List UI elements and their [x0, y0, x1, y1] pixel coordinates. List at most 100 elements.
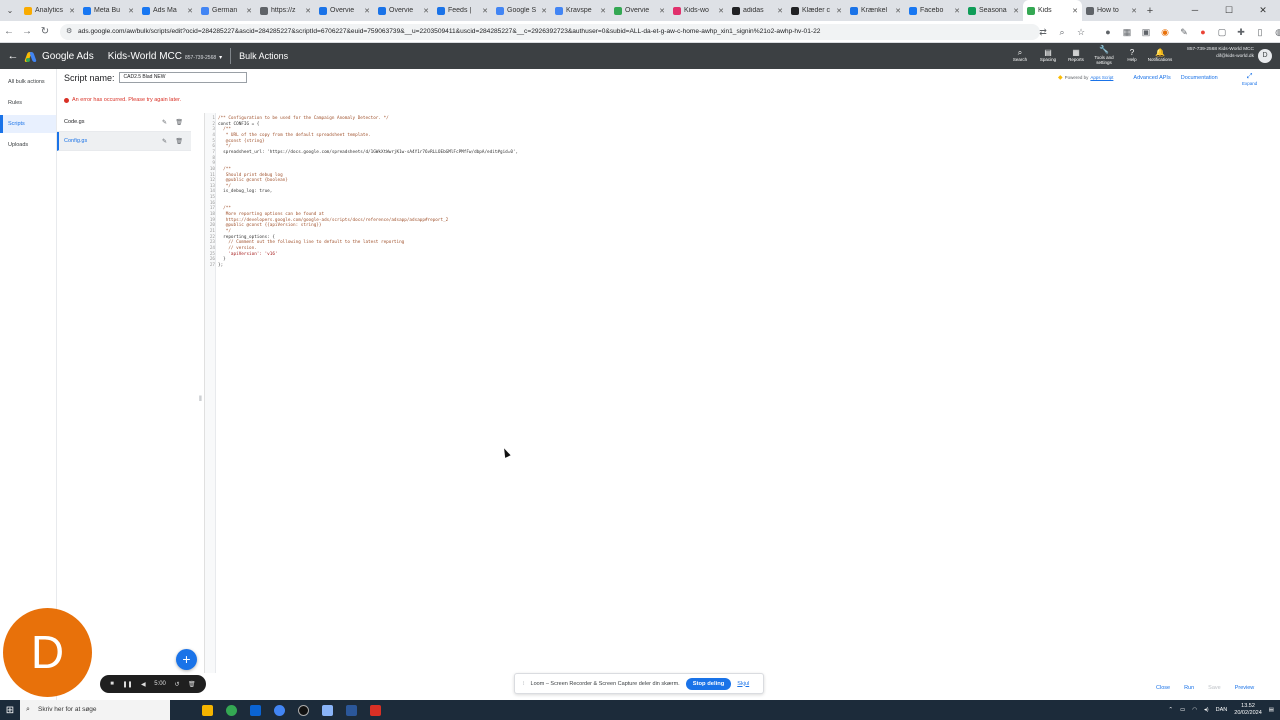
tab-close-icon[interactable]: ✕: [305, 7, 311, 15]
header-tool-search[interactable]: ⌕ Search: [1006, 43, 1034, 69]
extension-screen-icon[interactable]: ▣: [1139, 25, 1153, 39]
new-tab-button[interactable]: +: [1141, 5, 1159, 17]
delete-file-icon[interactable]: 🗑: [175, 119, 183, 126]
tab-close-icon[interactable]: ✕: [364, 7, 370, 15]
run-button[interactable]: Run: [1184, 685, 1194, 691]
tab-search-icon[interactable]: ⌄: [0, 6, 20, 15]
tab-close-icon[interactable]: ✕: [895, 7, 901, 15]
browser-tab[interactable]: Seasona ✕: [964, 0, 1023, 21]
rename-file-icon[interactable]: ✎: [162, 119, 167, 126]
restart-icon[interactable]: ↺: [174, 681, 179, 688]
tab-close-icon[interactable]: ✕: [1013, 7, 1019, 15]
rewind-icon[interactable]: ◀: [141, 681, 146, 688]
save-button[interactable]: Save: [1208, 685, 1221, 691]
tab-close-icon[interactable]: ✕: [1072, 7, 1078, 15]
profile-icon[interactable]: ◍: [1272, 25, 1280, 39]
header-tool-spacing[interactable]: ▤ Spacing: [1034, 43, 1062, 69]
file-item[interactable]: Code.gs ✎ 🗑: [57, 113, 191, 132]
taskbar-clock[interactable]: 13.52 20/02/2024: [1234, 703, 1262, 717]
tab-close-icon[interactable]: ✕: [246, 7, 252, 15]
file-explorer-icon[interactable]: [198, 700, 216, 720]
add-file-button[interactable]: +: [176, 649, 197, 670]
pane-resize-handle[interactable]: ‖: [199, 396, 202, 403]
stop-recording-icon[interactable]: ■: [110, 681, 114, 687]
record-icon[interactable]: ●: [1196, 25, 1210, 39]
browser-tab[interactable]: Klæder c ✕: [787, 0, 846, 21]
hide-button[interactable]: Skjul: [737, 681, 749, 687]
browser-tab[interactable]: adidas ✕: [728, 0, 787, 21]
preview-button[interactable]: Preview: [1235, 685, 1255, 691]
browser-tab[interactable]: Kids ✕: [1023, 0, 1082, 21]
sidebar-item-all-bulk-actions[interactable]: All bulk actions: [0, 73, 56, 91]
tray-overflow-icon[interactable]: ⌃: [1168, 707, 1173, 713]
account-info[interactable]: 857-739-2568 Kids-World MCC dif@kids-wor…: [1176, 47, 1254, 60]
windows-start-icon[interactable]: ⊞: [0, 705, 20, 716]
sidebar-item-scripts[interactable]: Scripts: [0, 115, 56, 133]
sidebar-item-uploads[interactable]: Uploads: [0, 136, 56, 154]
translate-icon[interactable]: ⇄: [1036, 25, 1050, 39]
tab-close-icon[interactable]: ✕: [954, 7, 960, 15]
maximize-button[interactable]: ☐: [1212, 0, 1246, 21]
header-tool-reports[interactable]: ▦ Reports: [1062, 43, 1090, 69]
language-indicator[interactable]: DAN: [1216, 707, 1228, 713]
trash-icon[interactable]: 🗑: [188, 681, 196, 688]
tab-close-icon[interactable]: ✕: [1131, 7, 1137, 15]
network-icon[interactable]: ▭: [1180, 707, 1185, 713]
apps-script-link[interactable]: Apps Script: [1090, 75, 1113, 80]
sidepanel-icon[interactable]: ▯: [1253, 25, 1267, 39]
tab-close-icon[interactable]: ✕: [128, 7, 134, 15]
notification-center-icon[interactable]: ▤: [1269, 707, 1274, 713]
forward-icon[interactable]: →: [18, 26, 36, 37]
browser-tab[interactable]: Facebo ✕: [905, 0, 964, 21]
browser-tab[interactable]: Google S ✕: [492, 0, 551, 21]
file-item[interactable]: Config.gs ✎ 🗑: [57, 132, 191, 151]
browser-tab[interactable]: Overvie ✕: [610, 0, 669, 21]
header-tool-tools-and-settings[interactable]: 🔧 Tools and settings: [1090, 43, 1118, 69]
close-window-button[interactable]: ✕: [1246, 0, 1280, 21]
tab-close-icon[interactable]: ✕: [718, 7, 724, 15]
expand-button[interactable]: ⤢ Expand: [1242, 72, 1257, 87]
close-button[interactable]: Close: [1156, 685, 1170, 691]
documentation-link[interactable]: Documentation: [1181, 75, 1218, 81]
browser-tab[interactable]: Analytics ✕: [20, 0, 79, 21]
tab-close-icon[interactable]: ✕: [836, 7, 842, 15]
loom-camera-bubble[interactable]: D: [3, 608, 92, 697]
header-tool-help[interactable]: ? Help: [1118, 43, 1146, 69]
notepad-icon[interactable]: [318, 700, 336, 720]
browser-tab[interactable]: Ads Ma ✕: [138, 0, 197, 21]
browser-tab[interactable]: Meta Bu ✕: [79, 0, 138, 21]
back-arrow-icon[interactable]: ←: [0, 50, 26, 62]
avatar[interactable]: D: [1258, 49, 1272, 63]
browser-tab[interactable]: Kids-wo ✕: [669, 0, 728, 21]
account-switcher[interactable]: Kids-World MCC 857-739-2568 ▾: [108, 51, 222, 62]
tab-close-icon[interactable]: ✕: [600, 7, 606, 15]
browser-tab[interactable]: How to ✕: [1082, 0, 1141, 21]
header-tool-notifications[interactable]: 🔔 Notifications: [1146, 43, 1174, 69]
delete-file-icon[interactable]: 🗑: [175, 138, 183, 145]
extension-circle-icon[interactable]: ●: [1101, 25, 1115, 39]
loom-extension-icon[interactable]: ◉: [1158, 25, 1172, 39]
rename-file-icon[interactable]: ✎: [162, 138, 167, 145]
outlook-icon[interactable]: [246, 700, 264, 720]
puzzle-icon[interactable]: ✚: [1234, 25, 1248, 39]
wifi-icon[interactable]: ◠: [1192, 707, 1197, 713]
chrome-icon[interactable]: [222, 700, 240, 720]
browser-tab[interactable]: https://z ✕: [256, 0, 315, 21]
drag-handle-icon[interactable]: ⁞: [523, 681, 525, 687]
stop-sharing-button[interactable]: Stop deling: [685, 677, 732, 690]
browser-tab[interactable]: Overvie ✕: [374, 0, 433, 21]
volume-icon[interactable]: ◂): [1204, 707, 1209, 713]
browser-tab[interactable]: Overvie ✕: [315, 0, 374, 21]
browser-tab[interactable]: German ✕: [197, 0, 256, 21]
site-info-icon[interactable]: ⚙: [66, 24, 72, 40]
word-icon[interactable]: [342, 700, 360, 720]
sidebar-item-rules[interactable]: Rules: [0, 94, 56, 112]
code-editor[interactable]: 1/** Configuration to be used for the Ca…: [204, 113, 1270, 673]
taskbar-search-input[interactable]: ⌕ Skriv her for at søge: [20, 700, 170, 720]
tab-close-icon[interactable]: ✕: [187, 7, 193, 15]
extension-box-icon[interactable]: ▢: [1215, 25, 1229, 39]
eyedropper-icon[interactable]: ✎: [1177, 25, 1191, 39]
tab-close-icon[interactable]: ✕: [541, 7, 547, 15]
browser-tab[interactable]: Feeds | ✕: [433, 0, 492, 21]
url-input[interactable]: ⚙ ads.google.com/aw/bulk/scripts/edit?oc…: [60, 24, 1040, 40]
